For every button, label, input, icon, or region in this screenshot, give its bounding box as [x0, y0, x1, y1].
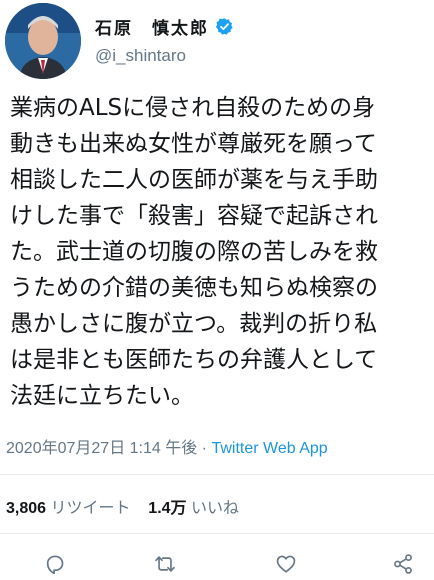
source-app-link[interactable]: Twitter Web App — [211, 440, 327, 457]
avatar-image — [5, 3, 81, 79]
tweet-actions — [0, 545, 434, 580]
likes-label: いいね — [191, 500, 240, 517]
reply-button[interactable] — [42, 551, 68, 577]
share-button[interactable] — [390, 551, 416, 577]
display-name[interactable]: 石原 慎太郎 — [95, 14, 209, 39]
tweet-line: うための介錯の美徳も知らぬ検察の — [10, 275, 378, 301]
avatar[interactable] — [5, 3, 81, 79]
retweets-count: 3,806 — [6, 500, 47, 517]
reply-icon — [46, 555, 64, 575]
retweet-button[interactable] — [152, 551, 178, 577]
tweet-stats: 3,806 リツイート 1.4万 いいね — [6, 494, 239, 518]
tweet-header: 石原 慎太郎 @i_shintaro — [0, 0, 434, 90]
tweet-line: 動きも出来ぬ女性が尊厳死を願って — [10, 131, 377, 157]
tweet-body: 業病のALSに侵され自殺のための身 動きも出来ぬ女性が尊厳死を願って 相談した二… — [10, 90, 434, 414]
heart-icon — [276, 555, 296, 573]
retweet-icon — [155, 556, 175, 572]
tweet-line: は是非とも医師たちの弁護人として — [10, 347, 378, 373]
divider — [0, 533, 434, 534]
tweet-line: 愚かしさに腹が立つ。裁判の折り私 — [10, 311, 378, 337]
verified-badge-icon — [215, 17, 234, 36]
tweet-line: 法廷に立ちたい。 — [10, 383, 194, 409]
share-icon — [394, 554, 412, 574]
tweet-line: 業病のALSに侵され自殺のための身 — [10, 95, 376, 121]
tweet-line: 相談した二人の医師が薬を与え手助 — [10, 167, 378, 193]
likes-count: 1.4万 — [148, 500, 187, 517]
retweets-stat[interactable]: 3,806 リツイート — [6, 500, 131, 517]
tweet-meta: 2020年07月27日 1:14 午後 · Twitter Web App — [6, 434, 328, 458]
retweets-label: リツイート — [50, 500, 131, 517]
like-button[interactable] — [273, 551, 299, 577]
meta-separator: · — [197, 440, 212, 457]
likes-stat[interactable]: 1.4万 いいね — [148, 500, 239, 517]
divider — [0, 474, 434, 475]
user-handle[interactable]: @i_shintaro — [95, 46, 234, 66]
tweet-line: た。武士道の切腹の際の苦しみを救 — [10, 239, 378, 265]
tweet-timestamp[interactable]: 2020年07月27日 1:14 午後 — [6, 440, 197, 457]
tweet-line: けした事で「殺害」容疑で起訴され — [10, 203, 378, 229]
